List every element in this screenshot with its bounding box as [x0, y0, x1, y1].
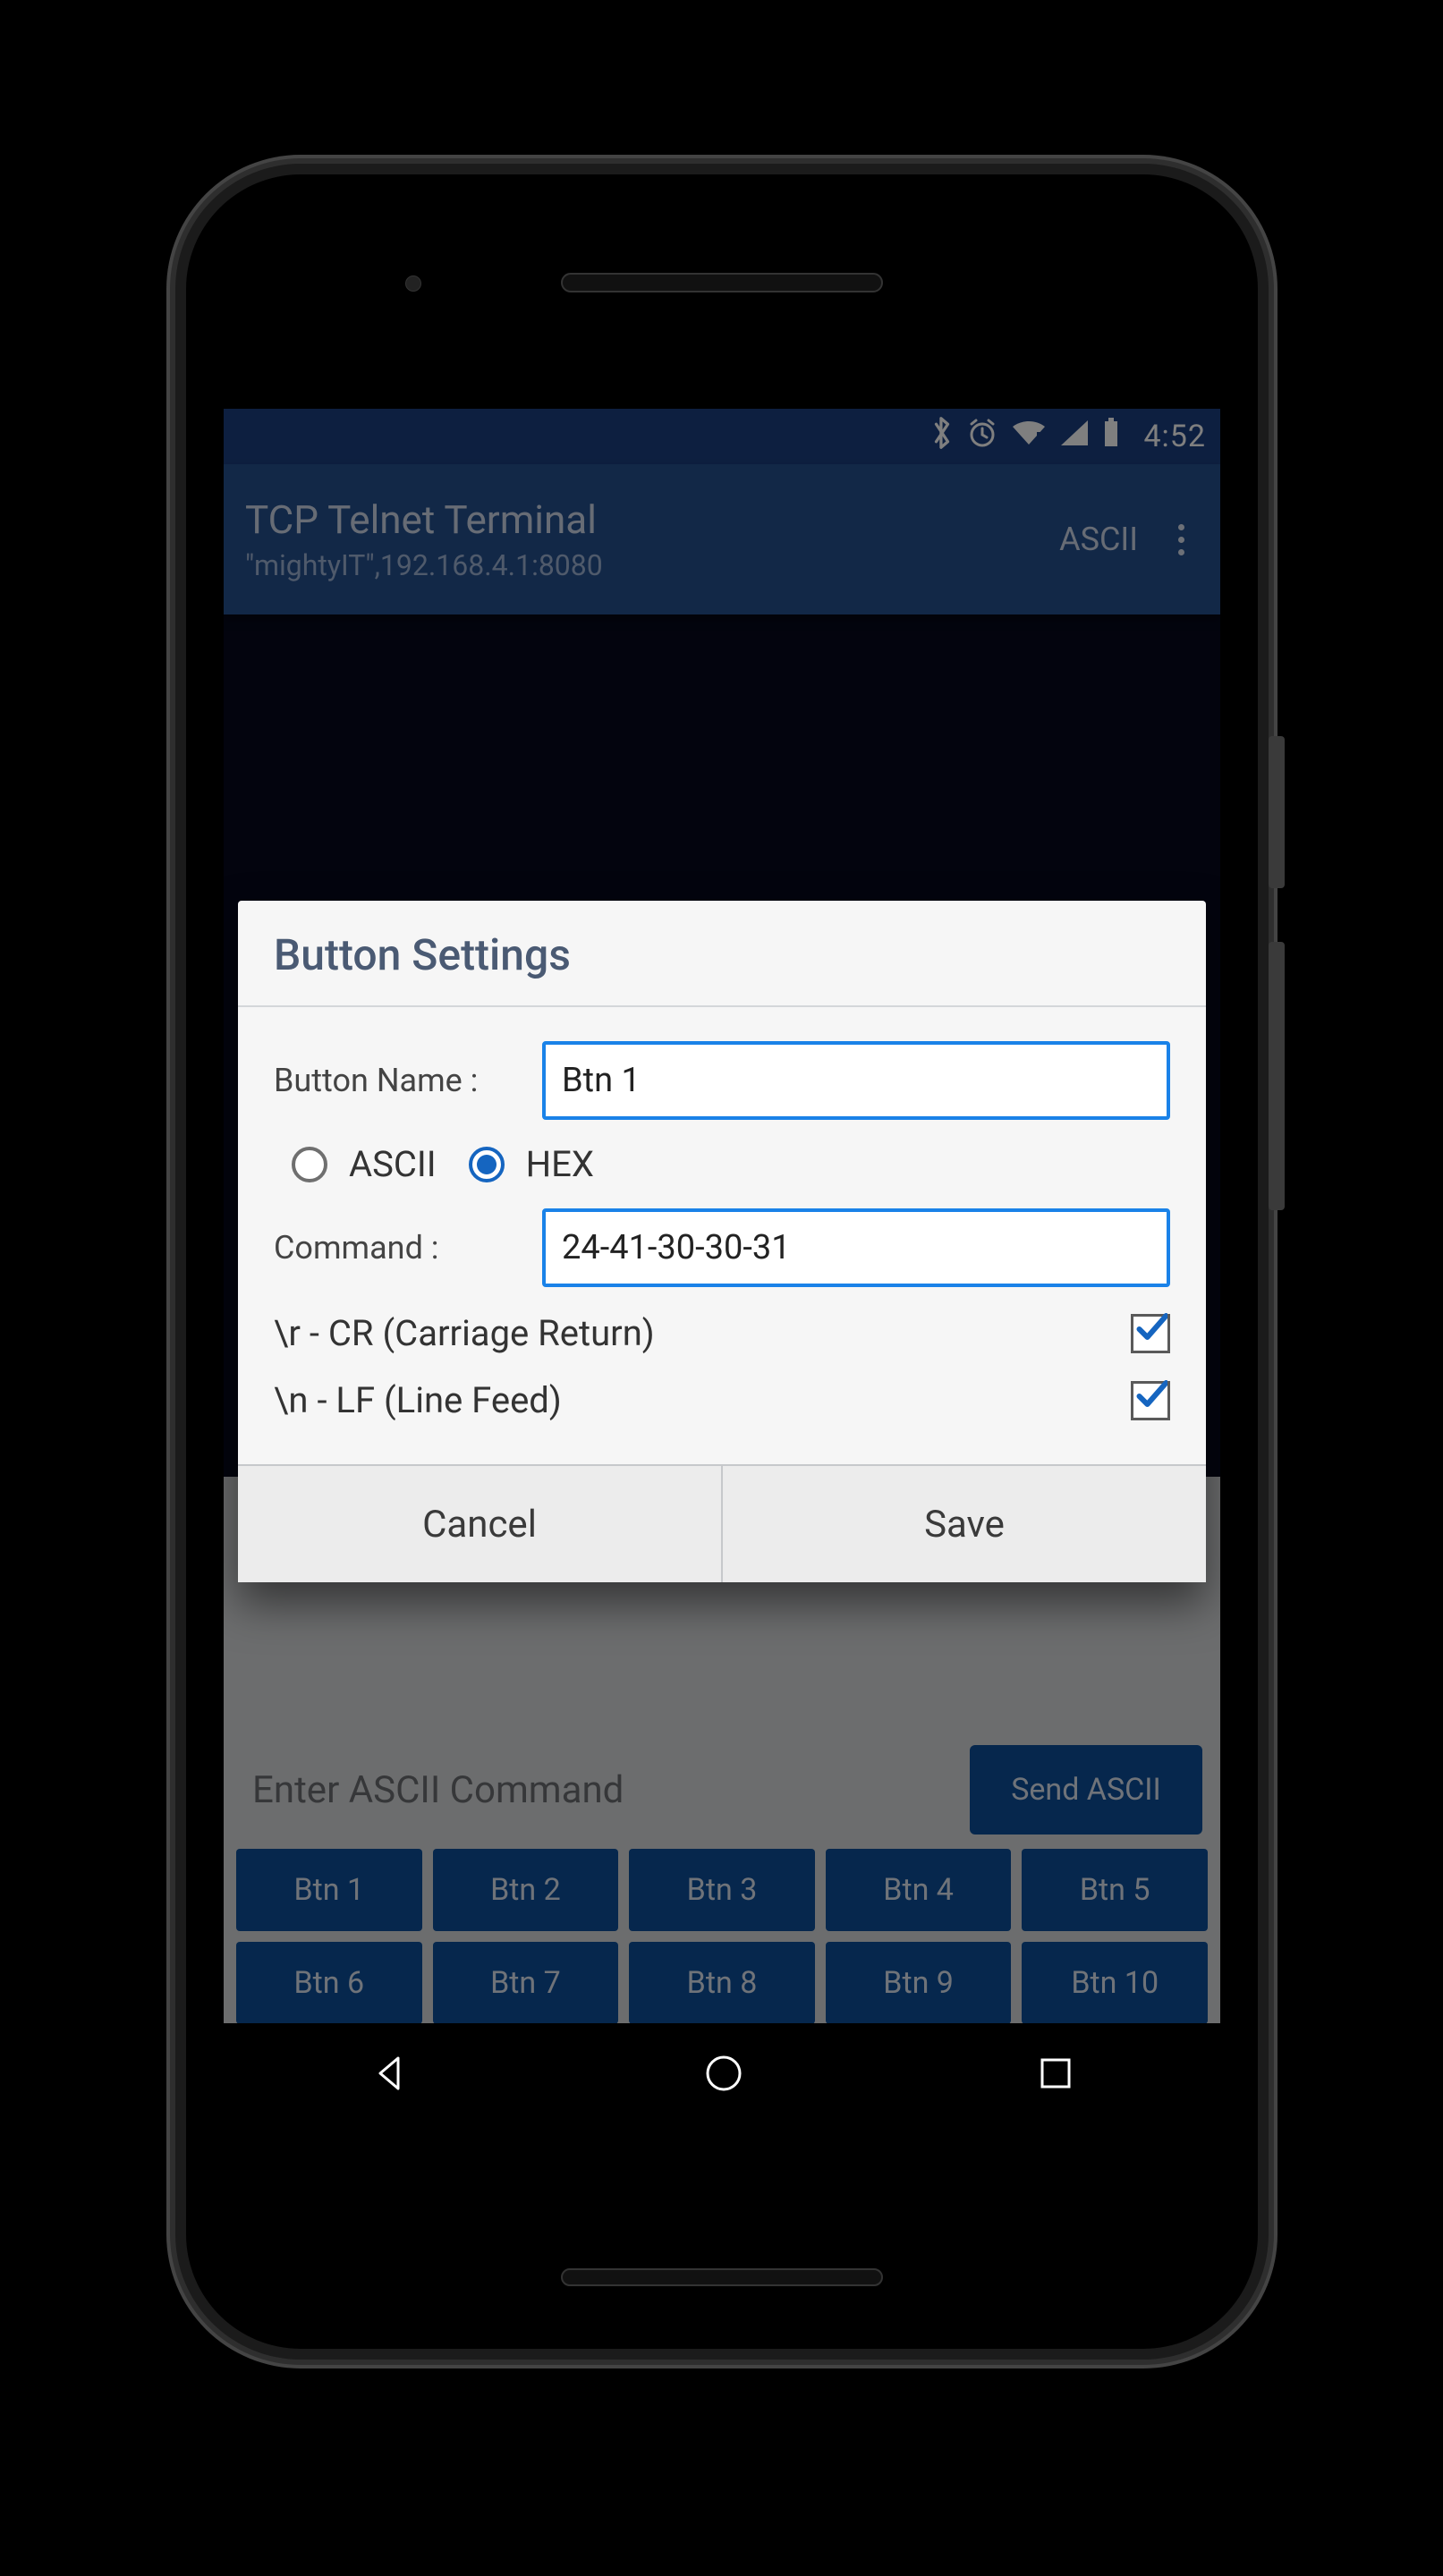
quick-button-9[interactable]: Btn 9 [826, 1942, 1012, 2024]
overflow-menu-icon[interactable] [1163, 524, 1199, 555]
quick-button-5[interactable]: Btn 5 [1022, 1849, 1208, 1931]
status-bar: 4:52 [224, 409, 1220, 464]
alarm-icon [966, 417, 998, 457]
command-row: Command : 24-41-30-30-31 [274, 1208, 1170, 1287]
app-bar: TCP Telnet Terminal "mightyIT",192.168.4… [224, 464, 1220, 614]
android-nav-bar [224, 2023, 1220, 2127]
screen: 4:52 TCP Telnet Terminal "mightyIT",192.… [224, 409, 1220, 2127]
cr-checkbox[interactable] [1131, 1314, 1170, 1353]
app-subtitle: "mightyIT",192.168.4.1:8080 [245, 548, 1059, 582]
cr-label: \r - CR (Carriage Return) [274, 1312, 655, 1354]
stage: 4:52 TCP Telnet Terminal "mightyIT",192.… [0, 0, 1443, 2576]
button-name-label: Button Name : [274, 1062, 542, 1099]
phone-side-button-2 [1269, 942, 1285, 1210]
quick-button-1[interactable]: Btn 1 [236, 1849, 422, 1931]
cr-row: \r - CR (Carriage Return) [274, 1312, 1170, 1354]
quick-button-8[interactable]: Btn 8 [629, 1942, 815, 2024]
app-title: TCP Telnet Terminal [245, 496, 1059, 543]
command-input-placeholder: Enter ASCII Command [252, 1768, 624, 1812]
status-time: 4:52 [1143, 419, 1206, 454]
encoding-mode-toggle[interactable]: ASCII [1059, 521, 1138, 558]
command-input-row: Enter ASCII Command Send ASCII [242, 1745, 1202, 1835]
dialog-actions: Cancel Save [238, 1464, 1206, 1582]
cell-signal-icon [1059, 419, 1090, 455]
hex-radio[interactable] [469, 1147, 505, 1182]
button-name-row: Button Name : Btn 1 [274, 1041, 1170, 1120]
lf-checkbox[interactable] [1131, 1381, 1170, 1420]
phone-camera [405, 275, 421, 292]
lf-label: \n - LF (Line Feed) [274, 1379, 562, 1421]
dialog-body: Button Name : Btn 1 ASCII HEX [238, 1007, 1206, 1464]
command-input[interactable]: Enter ASCII Command [242, 1745, 970, 1835]
bluetooth-icon [930, 415, 954, 459]
nav-back-icon[interactable] [369, 2053, 411, 2097]
nav-home-icon[interactable] [701, 2051, 746, 2099]
cancel-button[interactable]: Cancel [238, 1466, 721, 1582]
save-button[interactable]: Save [721, 1466, 1206, 1582]
battery-full-icon [1102, 418, 1120, 456]
quick-button-2[interactable]: Btn 2 [433, 1849, 619, 1931]
phone-speaker-bottom [561, 2268, 883, 2286]
button-settings-dialog: Button Settings Button Name : Btn 1 ASCI… [238, 901, 1206, 1582]
quick-button-grid: Btn 1 Btn 2 Btn 3 Btn 4 Btn 5 Btn 6 Btn … [236, 1849, 1208, 2024]
quick-button-10[interactable]: Btn 10 [1022, 1942, 1208, 2024]
ascii-radio[interactable] [292, 1147, 327, 1182]
button-name-input[interactable]: Btn 1 [542, 1041, 1170, 1120]
phone-earpiece [561, 273, 883, 292]
send-button[interactable]: Send ASCII [970, 1745, 1202, 1835]
ascii-radio-label: ASCII [349, 1143, 437, 1185]
lf-row: \n - LF (Line Feed) [274, 1379, 1170, 1421]
phone-frame: 4:52 TCP Telnet Terminal "mightyIT",192.… [175, 164, 1269, 2360]
nav-recents-icon[interactable] [1037, 2055, 1074, 2096]
quick-button-4[interactable]: Btn 4 [826, 1849, 1012, 1931]
command-value: 24-41-30-30-31 [562, 1228, 791, 1267]
wifi-alert-icon [1011, 418, 1047, 456]
quick-button-7[interactable]: Btn 7 [433, 1942, 619, 2024]
quick-button-3[interactable]: Btn 3 [629, 1849, 815, 1931]
phone-side-button-1 [1269, 736, 1285, 888]
quick-button-6[interactable]: Btn 6 [236, 1942, 422, 2024]
command-value-input[interactable]: 24-41-30-30-31 [542, 1208, 1170, 1287]
status-icons: 4:52 [930, 415, 1206, 459]
encoding-radio-group: ASCII HEX [292, 1143, 1170, 1185]
phone-bezel: 4:52 TCP Telnet Terminal "mightyIT",192.… [186, 174, 1258, 2349]
hex-radio-label: HEX [526, 1143, 594, 1185]
dialog-title: Button Settings [238, 901, 1206, 1007]
command-label: Command : [274, 1229, 542, 1267]
button-name-value: Btn 1 [562, 1061, 641, 1100]
app-titles: TCP Telnet Terminal "mightyIT",192.168.4… [245, 496, 1059, 582]
